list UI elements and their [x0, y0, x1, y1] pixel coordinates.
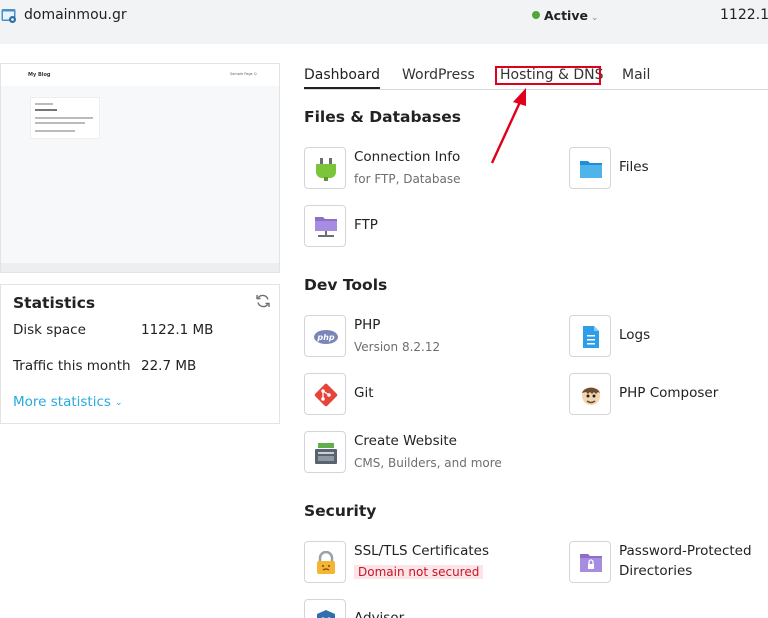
- plug-icon: [316, 158, 336, 181]
- tab-dashboard[interactable]: Dashboard: [304, 67, 380, 89]
- locked-folder-icon: [580, 554, 602, 572]
- files-tile-icon[interactable]: [569, 147, 611, 189]
- preview-line: [35, 122, 85, 124]
- logs-tile-icon[interactable]: [569, 315, 611, 357]
- tab-wordpress[interactable]: WordPress: [402, 67, 475, 83]
- create-website-tile-icon[interactable]: [304, 431, 346, 473]
- status-dropdown[interactable]: Active ⌄: [532, 8, 599, 23]
- ssl-tile-icon[interactable]: [304, 541, 346, 583]
- advisor-shield-icon: [317, 610, 335, 618]
- composer-tile-icon[interactable]: [569, 373, 611, 415]
- stat-label-disk-space: Disk space: [13, 322, 86, 338]
- preview-header: My Blog Sample Page Q: [1, 64, 279, 86]
- more-statistics-link[interactable]: More statistics ⌄: [13, 394, 122, 410]
- stat-value-traffic: 22.7 MB: [141, 358, 197, 374]
- log-file-icon: [583, 326, 599, 348]
- ftp-folder-icon: [315, 217, 337, 237]
- ssl-title[interactable]: SSL/TLS Certificates: [354, 543, 489, 559]
- svg-text:php: php: [316, 333, 334, 342]
- password-directories-title-line2[interactable]: Directories: [619, 563, 692, 579]
- website-settings-icon: [1, 9, 16, 23]
- statistics-panel: Statistics Disk space 1122.1 MB Traffic …: [0, 284, 280, 424]
- php-icon: php: [314, 330, 338, 344]
- chevron-down-icon: ⌄: [590, 13, 599, 23]
- website-preview[interactable]: My Blog Sample Page Q: [0, 63, 280, 273]
- section-title-security: Security: [304, 502, 377, 520]
- create-website-subtitle: CMS, Builders, and more: [354, 456, 502, 470]
- ftp-tile-icon[interactable]: [304, 205, 346, 247]
- active-status-dot: [532, 11, 540, 19]
- preview-line: [35, 117, 93, 119]
- password-directories-tile-icon[interactable]: [569, 541, 611, 583]
- preview-blog-title: My Blog: [28, 72, 51, 78]
- tab-mail[interactable]: Mail: [622, 67, 650, 83]
- folder-icon: [580, 161, 602, 178]
- composer-icon: [582, 387, 600, 405]
- password-directories-title-line1[interactable]: Password-Protected: [619, 543, 752, 559]
- stat-label-traffic: Traffic this month: [13, 358, 131, 374]
- git-tile-icon[interactable]: [304, 373, 346, 415]
- connection-info-tile-icon[interactable]: [304, 147, 346, 189]
- preview-line: [35, 109, 57, 111]
- advisor-title[interactable]: Advisor: [354, 610, 404, 618]
- chevron-down-icon: ⌄: [114, 398, 123, 408]
- files-title[interactable]: Files: [619, 159, 649, 175]
- more-statistics-label: More statistics: [13, 394, 111, 410]
- preview-post-card: [30, 97, 100, 139]
- statistics-title: Statistics: [13, 294, 96, 312]
- section-title-dev-tools: Dev Tools: [304, 276, 388, 294]
- create-website-title[interactable]: Create Website: [354, 433, 457, 449]
- refresh-icon[interactable]: [255, 293, 271, 309]
- composer-title[interactable]: PHP Composer: [619, 385, 718, 401]
- preview-footer: [1, 263, 279, 272]
- php-title[interactable]: PHP: [354, 317, 380, 333]
- php-tile-icon[interactable]: php: [304, 315, 346, 357]
- php-version: Version 8.2.12: [354, 340, 441, 354]
- connection-info-title[interactable]: Connection Info: [354, 149, 460, 165]
- domain-name[interactable]: domainmou.gr: [24, 7, 127, 23]
- preview-menu: Sample Page Q: [230, 72, 257, 76]
- connection-info-subtitle: for FTP, Database: [354, 172, 461, 186]
- advisor-tile-icon[interactable]: [304, 599, 346, 618]
- disk-usage-value: 1122.1: [720, 7, 768, 23]
- annotation-arrow: [490, 88, 526, 164]
- section-title-files-databases: Files & Databases: [304, 108, 461, 126]
- stat-value-disk-space: 1122.1 MB: [141, 322, 214, 338]
- website-builder-icon: [315, 443, 337, 464]
- preview-line: [35, 103, 53, 105]
- status-label: Active: [544, 8, 588, 23]
- ftp-title[interactable]: FTP: [354, 217, 378, 233]
- top-bar: domainmou.gr Active ⌄ 1122.1: [0, 0, 768, 44]
- domain-not-secured-badge: Domain not secured: [354, 565, 484, 579]
- git-icon: [314, 383, 338, 407]
- git-title[interactable]: Git: [354, 385, 374, 401]
- logs-title[interactable]: Logs: [619, 327, 650, 343]
- lock-icon: [317, 551, 335, 574]
- preview-line: [35, 130, 75, 132]
